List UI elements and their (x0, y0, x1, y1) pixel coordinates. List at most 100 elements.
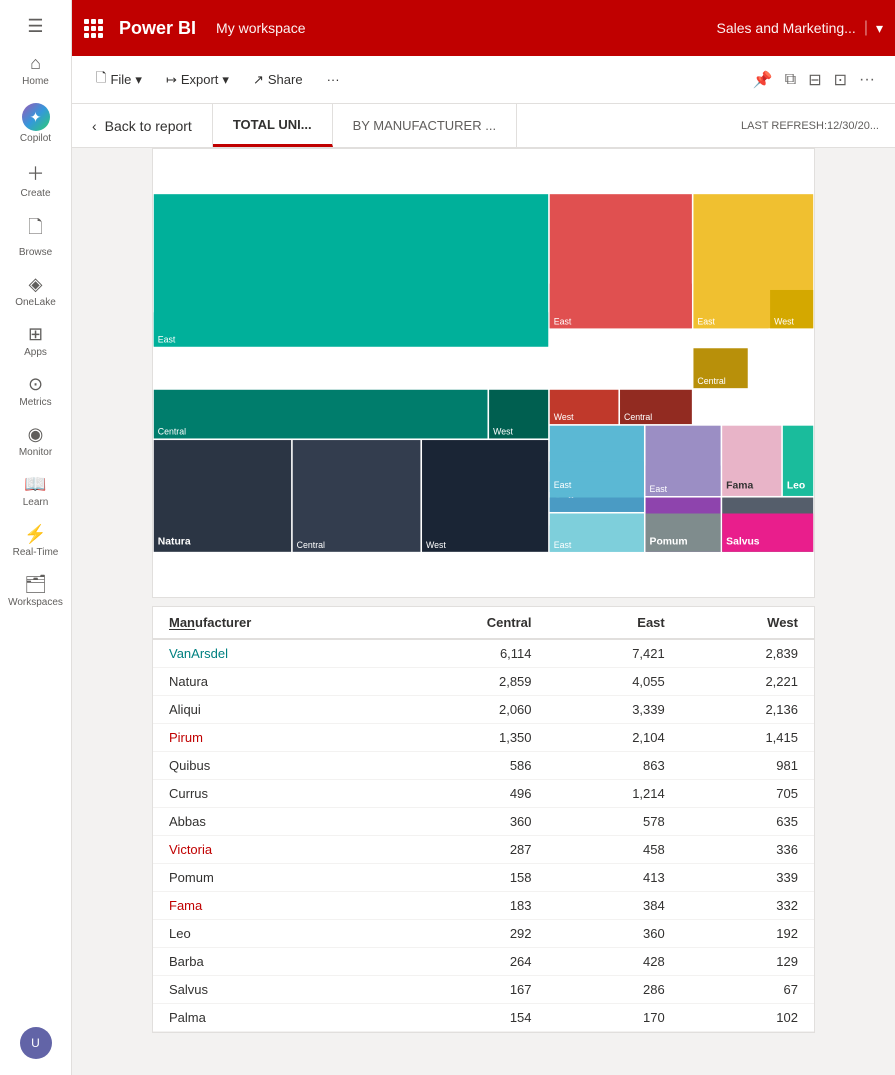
table-row: Pomum 158 413 339 (153, 864, 814, 892)
cell-central: 2,060 (389, 696, 548, 724)
cell-manufacturer: Palma (153, 1004, 389, 1032)
svg-text:East: East (158, 335, 176, 345)
svg-text:East: East (697, 316, 715, 326)
onelake-icon: ◈ (29, 274, 43, 295)
page-wrapper: ☰ ⌂ Home ✦ Copilot ＋ Create 🗋 Browse ◈ O… (0, 0, 895, 1075)
col-west: West (681, 607, 814, 639)
svg-text:East: East (554, 480, 572, 490)
cell-west: 705 (681, 780, 814, 808)
tab-by-manufacturer[interactable]: BY MANUFACTURER ... (333, 104, 518, 147)
sidebar-item-browse[interactable]: 🗋 Browse (0, 207, 71, 266)
copilot-icon: ✦ (22, 103, 50, 131)
cell-west: 336 (681, 836, 814, 864)
svg-text:Central: Central (697, 376, 725, 386)
back-to-report-btn[interactable]: ‹ Back to report (72, 104, 213, 147)
cell-central: 6,114 (389, 639, 548, 668)
cell-west: 1,415 (681, 724, 814, 752)
sidebar-item-label: Browse (19, 247, 52, 258)
focus-icon[interactable]: ⊡ (830, 66, 851, 94)
export-button[interactable]: ↦ Export ▾ (158, 68, 237, 92)
svg-text:Pomum: Pomum (650, 537, 688, 548)
svg-text:Central: Central (297, 540, 325, 550)
cell-east: 384 (548, 892, 681, 920)
sidebar-item-apps[interactable]: ⊞ Apps (0, 316, 71, 366)
sidebar-item-learn[interactable]: 📖 Learn (0, 466, 71, 516)
more-options-icon[interactable]: ··· (855, 67, 879, 93)
tab-total-uni[interactable]: TOTAL UNI... (213, 104, 333, 147)
sidebar-item-monitor[interactable]: ◉ Monitor (0, 416, 71, 466)
tab-bar: ‹ Back to report TOTAL UNI... BY MANUFAC… (72, 104, 895, 148)
svg-text:East: East (554, 316, 572, 326)
cell-east: 360 (548, 920, 681, 948)
sidebar-item-metrics[interactable]: ⊙ Metrics (0, 366, 71, 416)
cell-central: 167 (389, 976, 548, 1004)
cell-east: 286 (548, 976, 681, 1004)
sidebar-item-onelake[interactable]: ◈ OneLake (0, 266, 71, 316)
cell-central: 586 (389, 752, 548, 780)
data-table: Manufacturer Central East West VanArsdel… (153, 607, 814, 1032)
cell-central: 496 (389, 780, 548, 808)
file-button[interactable]: 🗋 File ▾ (88, 65, 150, 95)
col-manufacturer: Manufacturer (153, 607, 389, 639)
treemap[interactable]: VanArsdelEastCentralWestNaturaCentralWes… (153, 149, 814, 597)
export-chevron-icon: ▾ (222, 72, 229, 88)
cell-manufacturer: Abbas (153, 808, 389, 836)
table-row: Palma 154 170 102 (153, 1004, 814, 1032)
browse-icon: 🗋 (28, 215, 42, 245)
cell-manufacturer: Leo (153, 920, 389, 948)
file-icon: 🗋 (96, 69, 106, 91)
user-avatar[interactable]: U (20, 1027, 52, 1059)
back-arrow-icon: ‹ (92, 118, 97, 134)
cell-east: 578 (548, 808, 681, 836)
sidebar-item-label: Home (22, 76, 49, 87)
cell-central: 1,350 (389, 724, 548, 752)
sidebar-item-create[interactable]: ＋ Create (0, 152, 71, 207)
sidebar-item-home[interactable]: ⌂ Home (0, 45, 71, 95)
cell-east: 4,055 (548, 668, 681, 696)
duplicate-icon[interactable]: ⧉ (781, 67, 800, 93)
cell-east: 458 (548, 836, 681, 864)
cell-central: 360 (389, 808, 548, 836)
cell-west: 2,136 (681, 696, 814, 724)
workspace-name[interactable]: My workspace (216, 20, 305, 36)
hamburger-icon: ☰ (27, 16, 43, 37)
cell-manufacturer: Fama (153, 892, 389, 920)
table-row: Salvus 167 286 67 (153, 976, 814, 1004)
svg-text:Natura: Natura (158, 537, 191, 548)
cell-central: 292 (389, 920, 548, 948)
cell-east: 7,421 (548, 639, 681, 668)
svg-text:East: East (650, 484, 668, 494)
sidebar-item-realtime[interactable]: ⚡ Real-Time (0, 516, 71, 566)
svg-text:Central: Central (624, 412, 652, 422)
sidebar-item-label: Apps (24, 347, 47, 358)
sidebar-hamburger[interactable]: ☰ (0, 8, 71, 45)
sidebar-item-copilot[interactable]: ✦ Copilot (0, 95, 71, 152)
sidebar-item-label: Learn (23, 497, 49, 508)
cell-west: 102 (681, 1004, 814, 1032)
table-header-row: Manufacturer Central East West (153, 607, 814, 639)
svg-text:West: West (493, 426, 513, 436)
share-button[interactable]: ↗ Share (245, 68, 311, 92)
app-launcher-icon[interactable] (84, 19, 103, 38)
cell-east: 3,339 (548, 696, 681, 724)
sidebar-item-label: Workspaces (8, 597, 63, 608)
svg-text:West: West (426, 540, 446, 550)
learn-icon: 📖 (24, 474, 46, 495)
more-button[interactable]: ··· (319, 68, 348, 91)
pin-icon[interactable]: 📌 (749, 66, 777, 94)
cell-central: 287 (389, 836, 548, 864)
divider: | (864, 19, 868, 37)
monitor-icon: ◉ (28, 424, 44, 445)
svg-text:Fama: Fama (726, 481, 753, 492)
share-icon: ↗ (253, 72, 264, 88)
report-dropdown-btn[interactable]: ▾ (876, 20, 883, 37)
sidebar: ☰ ⌂ Home ✦ Copilot ＋ Create 🗋 Browse ◈ O… (0, 0, 72, 1075)
cell-manufacturer: Pirum (153, 724, 389, 752)
brand-name: Power BI (119, 18, 196, 39)
cell-manufacturer: Barba (153, 948, 389, 976)
table-row: Aliqui 2,060 3,339 2,136 (153, 696, 814, 724)
cell-central: 158 (389, 864, 548, 892)
sidebar-item-workspaces[interactable]: 🗂 Workspaces (0, 566, 71, 616)
table-row: Natura 2,859 4,055 2,221 (153, 668, 814, 696)
filter-icon[interactable]: ⊟ (804, 66, 825, 94)
